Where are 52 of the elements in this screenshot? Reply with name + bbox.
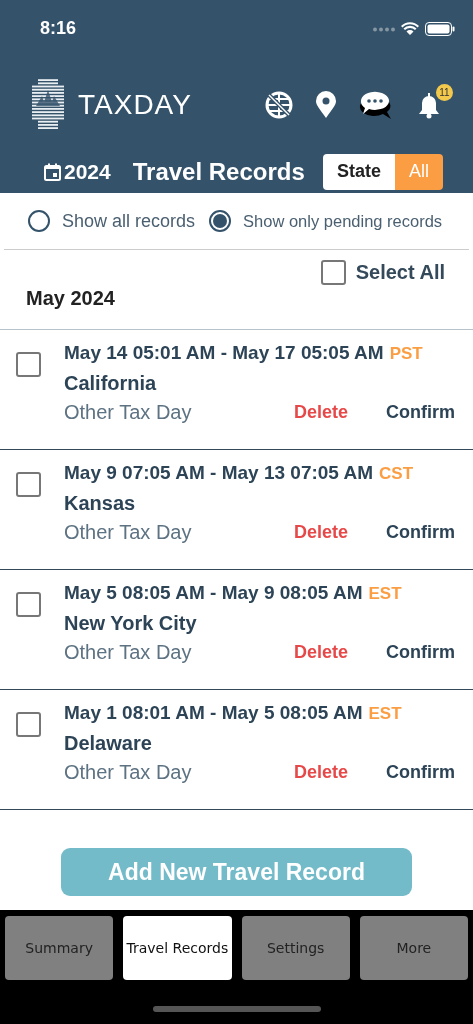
record-checkbox[interactable] (16, 472, 41, 497)
time-zone: EST (368, 704, 402, 724)
record-checkbox[interactable] (16, 352, 41, 377)
year-label[interactable]: 2024 (64, 159, 111, 184)
tab[interactable]: Summary (5, 916, 114, 980)
record-type: Other Tax Day (64, 761, 193, 784)
place-name: Kansas (64, 492, 137, 515)
status-time: 8:16 (40, 17, 77, 39)
record-type: Other Tax Day (64, 641, 193, 664)
delete-button[interactable]: Delete (293, 522, 348, 543)
confirm-button[interactable]: Confirm (386, 762, 455, 783)
month-heading: May 2024 (26, 287, 116, 310)
place-name: Delaware (64, 732, 153, 755)
record-type: Other Tax Day (64, 521, 193, 544)
app-name: TAXDAY (78, 89, 192, 121)
confirm-button[interactable]: Confirm (386, 402, 455, 423)
signal-icon (373, 26, 395, 32)
wifi-icon (401, 22, 419, 36)
chat-icon[interactable] (359, 90, 393, 120)
delete-button[interactable]: Delete (293, 762, 348, 783)
select-all-label[interactable]: Select All (355, 261, 445, 284)
radio-button[interactable] (209, 210, 232, 232)
date-range: May 9 07:05 AM - May 13 07:05 AM (64, 462, 374, 484)
radio-button[interactable] (28, 210, 50, 232)
delete-button[interactable]: Delete (293, 642, 348, 663)
confirm-button[interactable]: Confirm (386, 522, 455, 543)
tab[interactable]: More (359, 916, 468, 980)
time-zone: EST (368, 584, 402, 604)
record-checkbox[interactable] (16, 712, 41, 737)
radio-label[interactable]: Show all records (62, 210, 196, 232)
time-zone: PST (389, 344, 423, 364)
place-name: California (64, 372, 158, 395)
notification-badge: 11 (436, 84, 453, 101)
select-all-checkbox[interactable] (320, 260, 346, 285)
confirm-button[interactable]: Confirm (386, 642, 455, 663)
place-name: New York City (64, 612, 198, 635)
calendar-icon[interactable] (44, 162, 61, 181)
date-range: May 14 05:01 AM - May 17 05:05 AM (64, 342, 384, 364)
location-pin-icon[interactable] (315, 91, 337, 119)
date-range: May 1 08:01 AM - May 5 08:05 AM (64, 702, 363, 724)
tab[interactable]: Travel Records (123, 916, 232, 980)
page-title: Travel Records (132, 157, 305, 186)
record-checkbox[interactable] (16, 592, 41, 617)
radio-label[interactable]: Show only pending records (243, 211, 443, 231)
delete-button[interactable]: Delete (293, 402, 348, 423)
battery-icon (425, 22, 455, 36)
record-type: Other Tax Day (64, 401, 193, 424)
time-zone: CST (379, 464, 414, 484)
tab[interactable]: Settings (241, 916, 350, 980)
globe-icon[interactable] (265, 91, 293, 119)
date-range: May 5 08:05 AM - May 9 08:05 AM (64, 582, 363, 604)
scope-option[interactable]: State (322, 153, 395, 190)
